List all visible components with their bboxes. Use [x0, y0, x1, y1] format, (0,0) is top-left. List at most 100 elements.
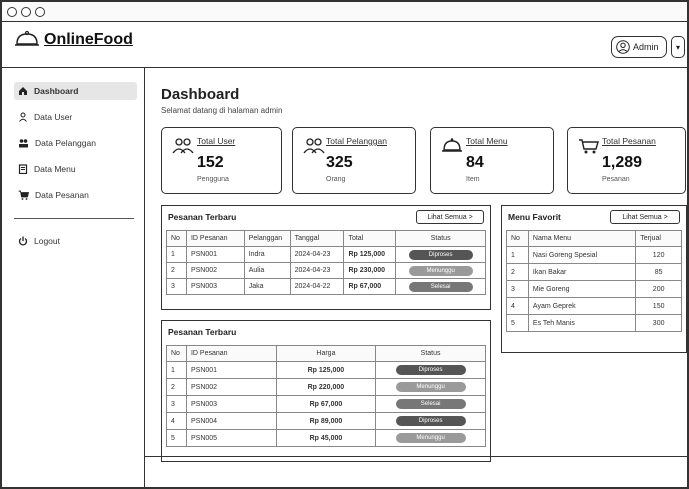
status-cell: Selesai	[375, 395, 486, 413]
sidebar-item-dashboard[interactable]: Dashboard	[14, 82, 137, 100]
table-row[interactable]: 5 Es Teh Manis 300	[506, 314, 682, 332]
status-cell: Diproses	[395, 246, 486, 263]
order-total: Rp 230,000	[343, 262, 397, 279]
sidebar-item-label: Data Pesanan	[35, 190, 89, 200]
window-maximize-button[interactable]	[35, 7, 45, 17]
brand-logo[interactable]: OnlineFood	[14, 30, 133, 48]
table-row[interactable]: 1 PSN001 Rp 125,000 Diproses	[166, 361, 486, 379]
avatar-icon	[616, 40, 630, 54]
table-row[interactable]: 4 PSN004 Rp 89,000 Diproses	[166, 412, 486, 430]
orders-summary-table: No ID Pesanan Harga Status 1 PSN001 Rp 125…	[166, 345, 486, 447]
stat-card-total-menu: Total Menu 84 Item	[430, 127, 554, 194]
menu-name: Ayam Geprek	[527, 297, 637, 315]
customer-name: Jaka	[243, 278, 291, 295]
favorite-menu-table: No Nama Menu Terjual 1 Nasi Goreng Spesia…	[506, 230, 682, 332]
top-nav: OnlineFood Admin ▾	[2, 22, 687, 68]
sidebar-item-data-menu[interactable]: Data Menu	[14, 160, 76, 178]
column-header: No	[506, 230, 529, 247]
admin-dropdown-toggle[interactable]: ▾	[671, 36, 685, 58]
table-header-row: No ID Pesanan Pelanggan Tanggal Total St…	[166, 230, 486, 247]
table-header-row: No Nama Menu Terjual	[506, 230, 682, 247]
order-id: PSN001	[185, 361, 277, 379]
stat-label: Total Pelanggan	[326, 136, 387, 146]
order-date: 2024-04-23	[289, 246, 345, 263]
table-row[interactable]: 2 PSN002 Rp 220,000 Menunggu	[166, 378, 486, 396]
brand-name: OnlineFood	[44, 31, 133, 48]
column-header: Nama Menu	[527, 230, 637, 247]
table-row[interactable]: 2 Ikan Bakar 85	[506, 263, 682, 281]
menu-name: Mie Goreng	[527, 280, 637, 298]
table-row[interactable]: 5 PSN005 Rp 45,000 Menunggu	[166, 429, 486, 447]
table-row[interactable]: 4 Ayam Geprek 150	[506, 297, 682, 315]
logout-label: Logout	[34, 236, 60, 246]
customer-name: Aulia	[243, 262, 291, 279]
order-id: PSN002	[185, 378, 277, 396]
title-bar	[2, 2, 687, 22]
row-number: 5	[166, 429, 187, 447]
order-id: PSN003	[185, 278, 245, 295]
row-number: 3	[166, 395, 187, 413]
user-icon	[19, 112, 27, 122]
table-row[interactable]: 1 Nasi Goreng Spesial 120	[506, 246, 682, 264]
view-all-menu-button[interactable]: Lihat Semua >	[610, 210, 680, 224]
order-date: 2024-04-23	[289, 262, 345, 279]
column-header: ID Pesanan	[185, 230, 245, 247]
order-id: PSN001	[185, 246, 245, 263]
window-minimize-button[interactable]	[21, 7, 31, 17]
status-badge: Diproses	[395, 365, 466, 375]
menu-name: Nasi Goreng Spesial	[527, 246, 637, 264]
admin-profile-button[interactable]: Admin	[611, 36, 667, 58]
table-row[interactable]: 3 PSN003 Jaka 2024-04-22 Rp 67,000 Selesai	[166, 278, 486, 295]
sold-count: 85	[635, 263, 682, 281]
stat-card-total-user: Total User 152 Pengguna	[161, 127, 282, 194]
logout-button[interactable]: Logout	[14, 232, 60, 250]
order-date: 2024-04-22	[289, 278, 345, 295]
favorite-menu-panel: Menu Favorit Lihat Semua > No Nama Menu …	[501, 205, 687, 353]
cart-icon	[18, 190, 29, 200]
orders-summary-panel: Pesanan Terbaru No ID Pesanan Harga Stat…	[161, 320, 491, 462]
table-row[interactable]: 3 PSN003 Rp 67,000 Selesai	[166, 395, 486, 413]
panel-title: Pesanan Terbaru	[168, 327, 237, 337]
stat-value: 1,289	[602, 154, 643, 171]
cloche-icon	[15, 30, 39, 46]
row-number: 4	[506, 297, 529, 315]
sidebar-item-data-pesanan[interactable]: Data Pesanan	[14, 186, 89, 204]
column-header: No	[166, 345, 187, 362]
book-icon	[18, 164, 28, 174]
status-badge: Menunggu	[395, 382, 466, 392]
status-badge: Diproses	[408, 249, 473, 260]
stat-value: 325	[326, 154, 353, 171]
status-cell: Menunggu	[375, 429, 486, 447]
home-icon	[19, 87, 27, 95]
column-header: Status	[395, 230, 486, 247]
column-header: Status	[375, 345, 486, 362]
sidebar-divider	[14, 218, 134, 219]
stat-label: Total Menu	[466, 136, 508, 146]
stat-card-total-pelanggan: Total Pelanggan 325 Orang	[292, 127, 416, 194]
sidebar-item-data-pelanggan[interactable]: Data Pelanggan	[14, 134, 96, 152]
page-title: Dashboard	[161, 86, 240, 103]
row-number: 1	[166, 246, 187, 263]
sidebar-item-data-user[interactable]: Data User	[14, 108, 72, 126]
table-header-row: No ID Pesanan Harga Status	[166, 345, 486, 362]
stat-card-total-pesanan: Total Pesanan 1,289 Pesanan	[567, 127, 686, 194]
column-header: Tanggal	[289, 230, 345, 247]
table-row[interactable]: 1 PSN001 Indra 2024-04-23 Rp 125,000 Diproses	[166, 246, 486, 263]
stat-value: 84	[466, 154, 484, 171]
column-header: Total	[343, 230, 397, 247]
power-icon	[18, 236, 28, 246]
panel-title: Pesanan Terbaru	[168, 212, 237, 222]
menu-name: Es Teh Manis	[527, 314, 637, 332]
row-number: 1	[166, 361, 187, 379]
status-cell: Menunggu	[395, 262, 486, 279]
sold-count: 200	[635, 280, 682, 298]
table-row[interactable]: 3 Mie Goreng 200	[506, 280, 682, 298]
sidebar-item-label: Data Pelanggan	[35, 138, 96, 148]
window-close-button[interactable]	[7, 7, 17, 17]
status-badge: Selesai	[395, 399, 466, 409]
view-all-orders-button[interactable]: Lihat Semua >	[416, 210, 484, 224]
cart-icon	[579, 139, 599, 154]
column-header: No	[166, 230, 187, 247]
table-row[interactable]: 2 PSN002 Aulia 2024-04-23 Rp 230,000 Menunggu	[166, 262, 486, 279]
column-header: Pelanggan	[243, 230, 291, 247]
